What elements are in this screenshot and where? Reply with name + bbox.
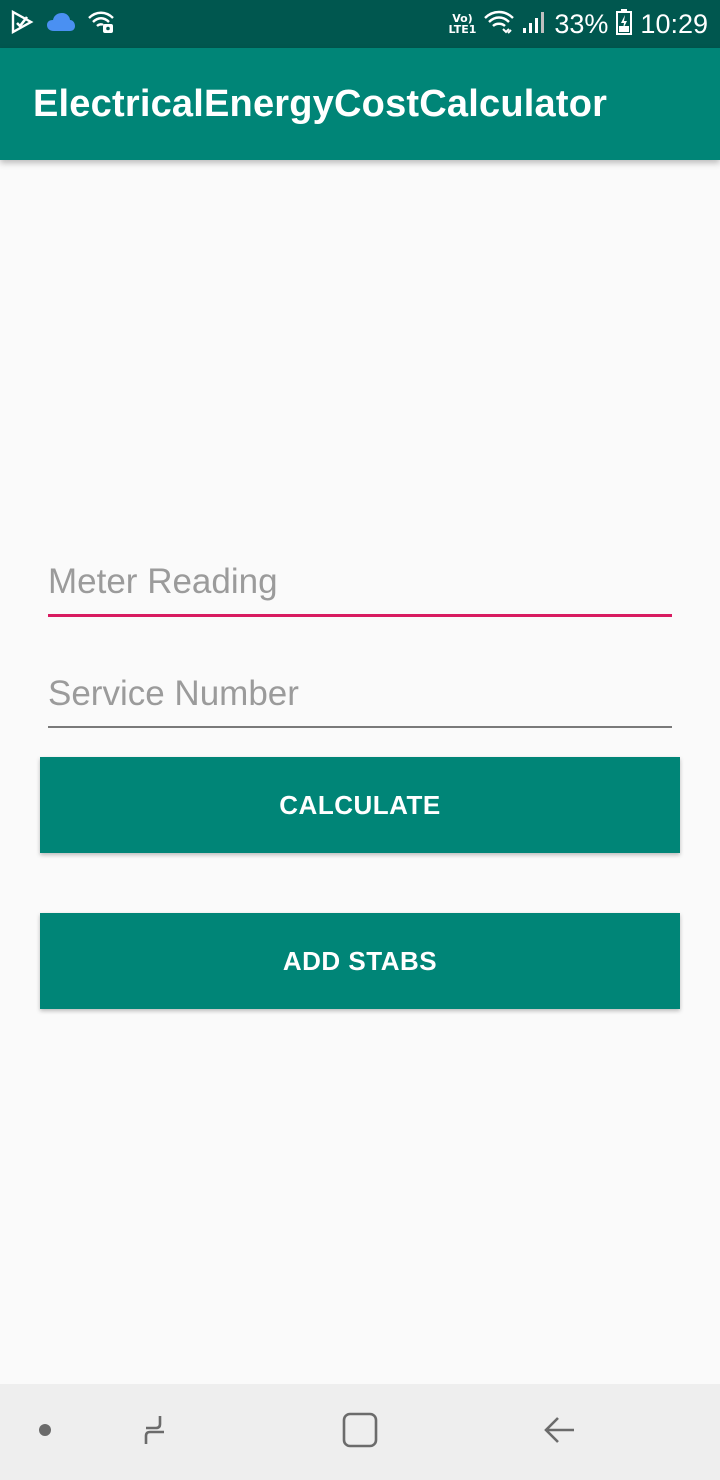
- signal-icon: [522, 10, 546, 39]
- recents-button[interactable]: [110, 1384, 210, 1480]
- volte-lte-icon: Vo) LTE1: [449, 13, 477, 35]
- back-button[interactable]: [510, 1384, 610, 1480]
- nav-dot-button[interactable]: [0, 1384, 90, 1480]
- battery-icon: [616, 8, 633, 40]
- battery-percent: 33%: [554, 8, 609, 39]
- lte-label: LTE1: [448, 23, 477, 36]
- dot-icon: [38, 1423, 52, 1442]
- app-bar: ElectricalEnergyCostCalculator: [0, 48, 720, 160]
- home-icon: [340, 1410, 380, 1455]
- play-store-icon: [10, 9, 34, 39]
- app-title: ElectricalEnergyCostCalculator: [33, 82, 608, 125]
- clock: 10:29: [640, 8, 708, 39]
- status-left: [10, 9, 126, 39]
- service-number-field: [48, 674, 672, 728]
- home-button[interactable]: [305, 1384, 415, 1480]
- calculate-button[interactable]: CALCULATE: [40, 757, 680, 853]
- meter-reading-input[interactable]: [48, 562, 672, 617]
- back-icon: [542, 1412, 578, 1453]
- recents-icon: [142, 1412, 178, 1453]
- status-right: Vo) LTE1 33% 10:29: [441, 8, 708, 40]
- navigation-bar: [0, 1384, 720, 1480]
- meter-reading-field: [48, 562, 672, 617]
- status-bar: Vo) LTE1 33% 10:29: [0, 0, 720, 48]
- cloud-icon: [46, 11, 76, 38]
- add-stabs-button[interactable]: ADD STABS: [40, 913, 680, 1009]
- wifi-icon: [484, 10, 515, 39]
- wifi-secure-icon: [88, 11, 114, 38]
- service-number-input[interactable]: [48, 674, 672, 728]
